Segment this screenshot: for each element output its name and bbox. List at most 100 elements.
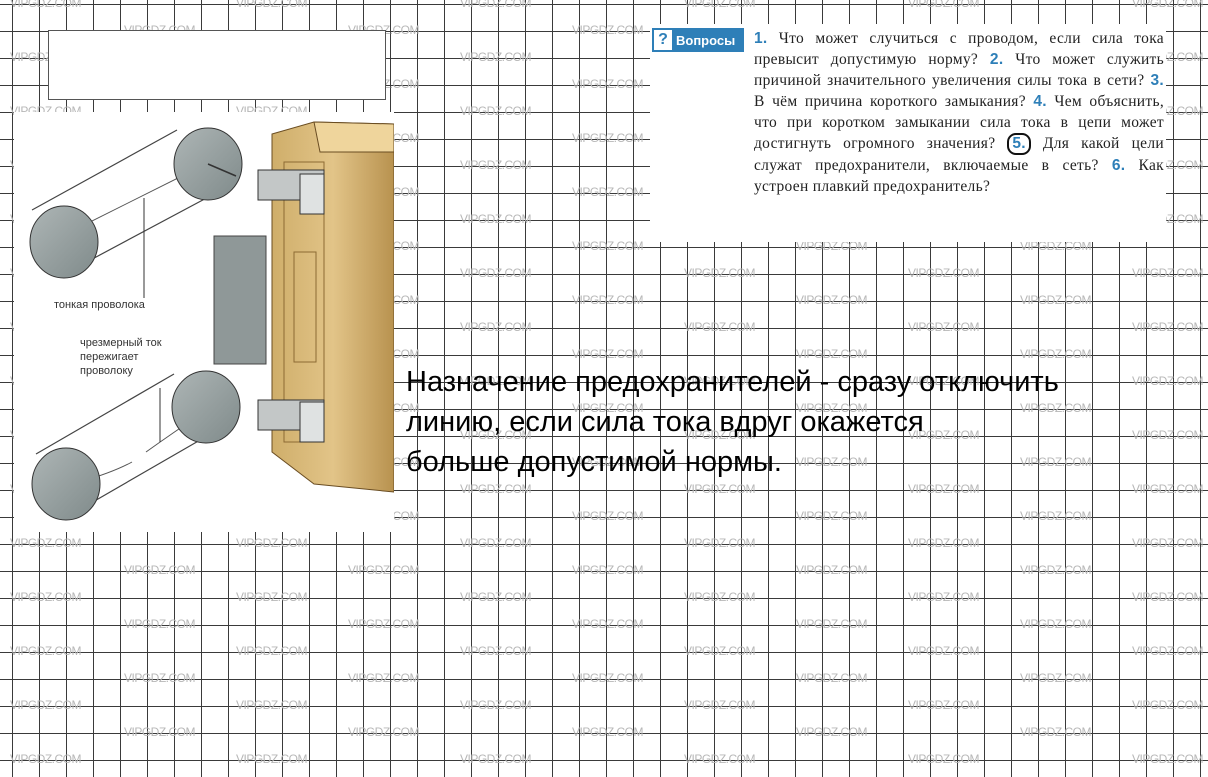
watermark-text: VIPGDZ.COM [460,752,532,766]
question-number-circled: 5. [1007,133,1031,155]
watermark-text: VIPGDZ.COM [572,239,644,253]
questions-block: ? Вопросы 1. Что может случиться с прово… [650,24,1166,242]
watermark-text: VIPGDZ.COM [908,0,980,10]
question-number: 3. [1150,72,1164,89]
watermark-text: VIPGDZ.COM [572,617,644,631]
watermark-text: VIPGDZ.COM [572,77,644,91]
label-overcurrent-line: пережигает [80,351,139,363]
watermark-text: VIPGDZ.COM [684,698,756,712]
watermark-text: VIPGDZ.COM [10,590,82,604]
questions-text: 1. Что может случиться с проводом, если … [754,28,1164,197]
fuse-drawing [29,121,394,521]
watermark-text: VIPGDZ.COM [796,563,868,577]
watermark-text: VIPGDZ.COM [1132,698,1204,712]
label-overcurrent-line: проволоку [80,365,133,377]
watermark-text: VIPGDZ.COM [572,563,644,577]
watermark-text: VIPGDZ.COM [460,482,532,496]
question-mark-icon: ? [654,30,672,50]
watermark-text: VIPGDZ.COM [460,644,532,658]
watermark-text: VIPGDZ.COM [460,320,532,334]
watermark-text: VIPGDZ.COM [1132,590,1204,604]
watermark-text: VIPGDZ.COM [10,698,82,712]
watermark-text: VIPGDZ.COM [796,617,868,631]
watermark-text: VIPGDZ.COM [10,0,82,10]
watermark-text: VIPGDZ.COM [572,725,644,739]
watermark-text: VIPGDZ.COM [460,590,532,604]
watermark-text: VIPGDZ.COM [460,158,532,172]
questions-header: ? Вопросы [652,28,744,52]
watermark-text: VIPGDZ.COM [1132,752,1204,766]
watermark-text: VIPGDZ.COM [10,536,82,550]
watermark-text: VIPGDZ.COM [572,293,644,307]
watermark-text: VIPGDZ.COM [684,536,756,550]
watermark-text: VIPGDZ.COM [236,644,308,658]
watermark-text: VIPGDZ.COM [1132,482,1204,496]
watermark-text: VIPGDZ.COM [1020,293,1092,307]
watermark-text: VIPGDZ.COM [572,131,644,145]
answer-line: больше допустимой нормы. [406,446,782,478]
watermark-text: VIPGDZ.COM [1020,347,1092,361]
watermark-text: VIPGDZ.COM [796,293,868,307]
watermark-text: VIPGDZ.COM [348,563,420,577]
watermark-text: VIPGDZ.COM [460,698,532,712]
watermark-text: VIPGDZ.COM [124,617,196,631]
question-number: 2. [989,51,1004,68]
watermark-text: VIPGDZ.COM [460,0,532,10]
fuse-holder [257,121,394,493]
watermark-text: VIPGDZ.COM [124,671,196,685]
watermark-text: VIPGDZ.COM [684,320,756,334]
watermark-text: VIPGDZ.COM [908,320,980,334]
watermark-text: VIPGDZ.COM [684,482,756,496]
watermark-text: VIPGDZ.COM [684,590,756,604]
watermark-text: VIPGDZ.COM [460,536,532,550]
label-thin-wire: тонкая проволока [54,298,145,312]
watermark-text: VIPGDZ.COM [236,590,308,604]
empty-answer-box [48,30,386,100]
questions-header-label: Вопросы [676,32,736,48]
label-overcurrent: чрезмерный ток пережигает проволоку [80,336,162,378]
answer-text: Назначение предохранителей - сразу отклю… [406,362,1196,482]
question-text: В чём причина короткого замыкания? [754,93,1026,110]
watermark-text: VIPGDZ.COM [796,671,868,685]
watermark-text: VIPGDZ.COM [236,752,308,766]
label-overcurrent-line: чрезмерный ток [80,337,162,349]
watermark-text: VIPGDZ.COM [460,212,532,226]
watermark-text: VIPGDZ.COM [1020,563,1092,577]
intact-fuse [29,127,243,279]
watermark-text: VIPGDZ.COM [908,482,980,496]
watermark-text: VIPGDZ.COM [572,347,644,361]
question-number: 4. [1033,93,1047,110]
watermark-text: VIPGDZ.COM [124,563,196,577]
watermark-text: VIPGDZ.COM [236,698,308,712]
watermark-text: VIPGDZ.COM [348,617,420,631]
watermark-text: VIPGDZ.COM [908,644,980,658]
watermark-text: VIPGDZ.COM [10,752,82,766]
watermark-text: VIPGDZ.COM [572,509,644,523]
watermark-text: VIPGDZ.COM [1020,509,1092,523]
answer-line: линию, если сила тока вдруг окажется [406,406,924,438]
watermark-text: VIPGDZ.COM [796,509,868,523]
watermark-text: VIPGDZ.COM [684,752,756,766]
watermark-text: VIPGDZ.COM [1132,266,1204,280]
watermark-text: VIPGDZ.COM [796,725,868,739]
watermark-text: VIPGDZ.COM [908,266,980,280]
watermark-text: VIPGDZ.COM [1132,0,1204,10]
watermark-text: VIPGDZ.COM [908,536,980,550]
answer-line: Назначение предохранителей - сразу отклю… [406,366,1059,398]
watermark-text: VIPGDZ.COM [348,725,420,739]
watermark-text: VIPGDZ.COM [1020,617,1092,631]
watermark-text: VIPGDZ.COM [572,185,644,199]
watermark-text: VIPGDZ.COM [1132,536,1204,550]
watermark-text: VIPGDZ.COM [908,698,980,712]
blown-fuse [31,370,241,521]
watermark-text: VIPGDZ.COM [908,752,980,766]
watermark-text: VIPGDZ.COM [684,266,756,280]
watermark-text: VIPGDZ.COM [572,23,644,37]
watermark-text: VIPGDZ.COM [236,536,308,550]
watermark-text: VIPGDZ.COM [236,0,308,10]
fuse-illustration: тонкая проволока чрезмерный ток пережига… [14,112,394,532]
watermark-text: VIPGDZ.COM [1020,725,1092,739]
watermark-text: VIPGDZ.COM [796,347,868,361]
watermark-text: VIPGDZ.COM [684,0,756,10]
watermark-text: VIPGDZ.COM [124,725,196,739]
